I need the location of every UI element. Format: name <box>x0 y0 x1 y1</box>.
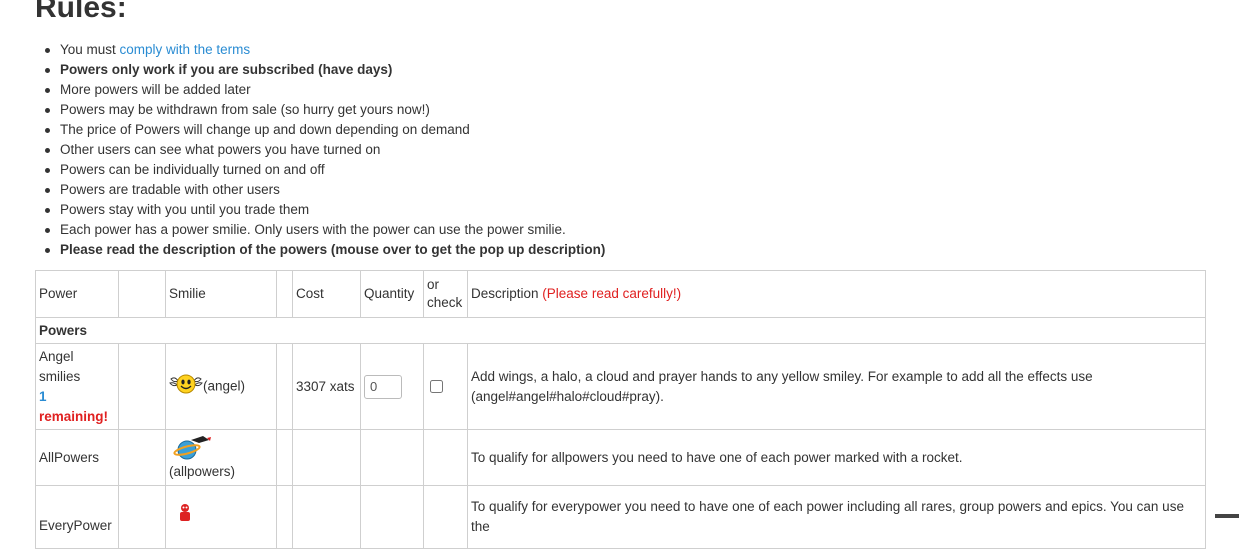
table-row: EveryPower To qualify for everypower you… <box>35 485 1206 549</box>
header-blank <box>118 270 166 318</box>
smilie-cell <box>165 485 277 549</box>
description-cell: Add wings, a halo, a cloud and prayer ha… <box>467 343 1206 430</box>
rule-text: You must <box>60 42 120 57</box>
page-heading: Rules: <box>35 0 127 24</box>
power-name-cell: EveryPower <box>35 485 119 549</box>
rule-item: Please read the description of the power… <box>44 240 605 260</box>
rules-list: You must comply with the terms Powers on… <box>44 40 605 260</box>
scrollbar-handle[interactable] <box>1215 514 1239 518</box>
rule-item: Powers are tradable with other users <box>44 180 605 200</box>
group-row: Powers <box>35 317 1206 344</box>
header-quantity: Quantity <box>360 270 424 318</box>
terms-link[interactable]: comply with the terms <box>120 42 251 57</box>
blank-cell <box>276 429 293 486</box>
cost-cell <box>292 429 361 486</box>
check-cell <box>423 429 468 486</box>
table-row: AllPowers (allpowers) To qualify for all… <box>35 429 1206 486</box>
header-or-check: or check <box>423 270 468 318</box>
header-cost: Cost <box>292 270 361 318</box>
quantity-cell <box>360 485 424 549</box>
blank-cell <box>118 343 166 430</box>
header-description-label: Description <box>471 286 539 301</box>
power-name-line: Angel <box>39 348 74 364</box>
everypower-figure-icon <box>169 503 193 531</box>
angel-smiley-icon <box>169 373 203 401</box>
blank-cell <box>118 429 166 486</box>
header-power: Power <box>35 270 119 318</box>
header-or: or <box>427 277 440 292</box>
check-cell <box>423 485 468 549</box>
smilie-code: (allpowers) <box>169 463 236 479</box>
table-row: Angel smilies 1 remaining! (angel) 3307 … <box>35 343 1206 430</box>
cost-cell <box>292 485 361 549</box>
smilie-cell: (angel) <box>165 343 277 430</box>
power-name-cell: Angel smilies 1 remaining! <box>35 343 119 430</box>
header-check: check <box>427 295 463 310</box>
smilie-code: (angel) <box>203 378 246 394</box>
rule-item: You must comply with the terms <box>44 40 605 60</box>
description-cell: To qualify for allpowers you need to hav… <box>467 429 1206 486</box>
blank-cell <box>276 485 293 549</box>
header-blank <box>276 270 293 318</box>
quantity-input[interactable] <box>364 374 402 399</box>
allpowers-planet-icon <box>169 434 273 462</box>
rule-item: More powers will be added later <box>44 80 605 100</box>
header-description-note: (Please read carefully!) <box>542 286 682 301</box>
rule-item: Powers only work if you are subscribed (… <box>44 60 605 80</box>
powers-table: Power Smilie Cost Quantity or check Desc… <box>35 270 1206 549</box>
remaining-count: 1 <box>39 388 47 404</box>
buy-checkbox[interactable] <box>430 380 443 394</box>
smilie-cell: (allpowers) <box>165 429 277 486</box>
table-header-row: Power Smilie Cost Quantity or check Desc… <box>35 270 1206 318</box>
power-name: EveryPower <box>39 518 112 533</box>
rule-item: The price of Powers will change up and d… <box>44 120 605 140</box>
quantity-cell <box>360 429 424 486</box>
rule-item: Powers may be withdrawn from sale (so hu… <box>44 100 605 120</box>
header-smilie: Smilie <box>165 270 277 318</box>
description-cell: To qualify for everypower you need to ha… <box>467 485 1206 549</box>
quantity-cell <box>360 343 424 430</box>
header-description: Description (Please read carefully!) <box>467 270 1206 318</box>
cost-cell: 3307 xats <box>292 343 361 430</box>
power-name-cell: AllPowers <box>35 429 119 486</box>
check-cell <box>423 343 468 430</box>
blank-cell <box>276 343 293 430</box>
group-label: Powers <box>35 317 1206 344</box>
rule-item: Powers stay with you until you trade the… <box>44 200 605 220</box>
power-name-line: smilies <box>39 368 81 384</box>
rule-item: Each power has a power smilie. Only user… <box>44 220 605 240</box>
remaining-label: remaining! <box>39 408 109 424</box>
rule-item: Powers can be individually turned on and… <box>44 160 605 180</box>
blank-cell <box>118 485 166 549</box>
rule-item: Other users can see what powers you have… <box>44 140 605 160</box>
